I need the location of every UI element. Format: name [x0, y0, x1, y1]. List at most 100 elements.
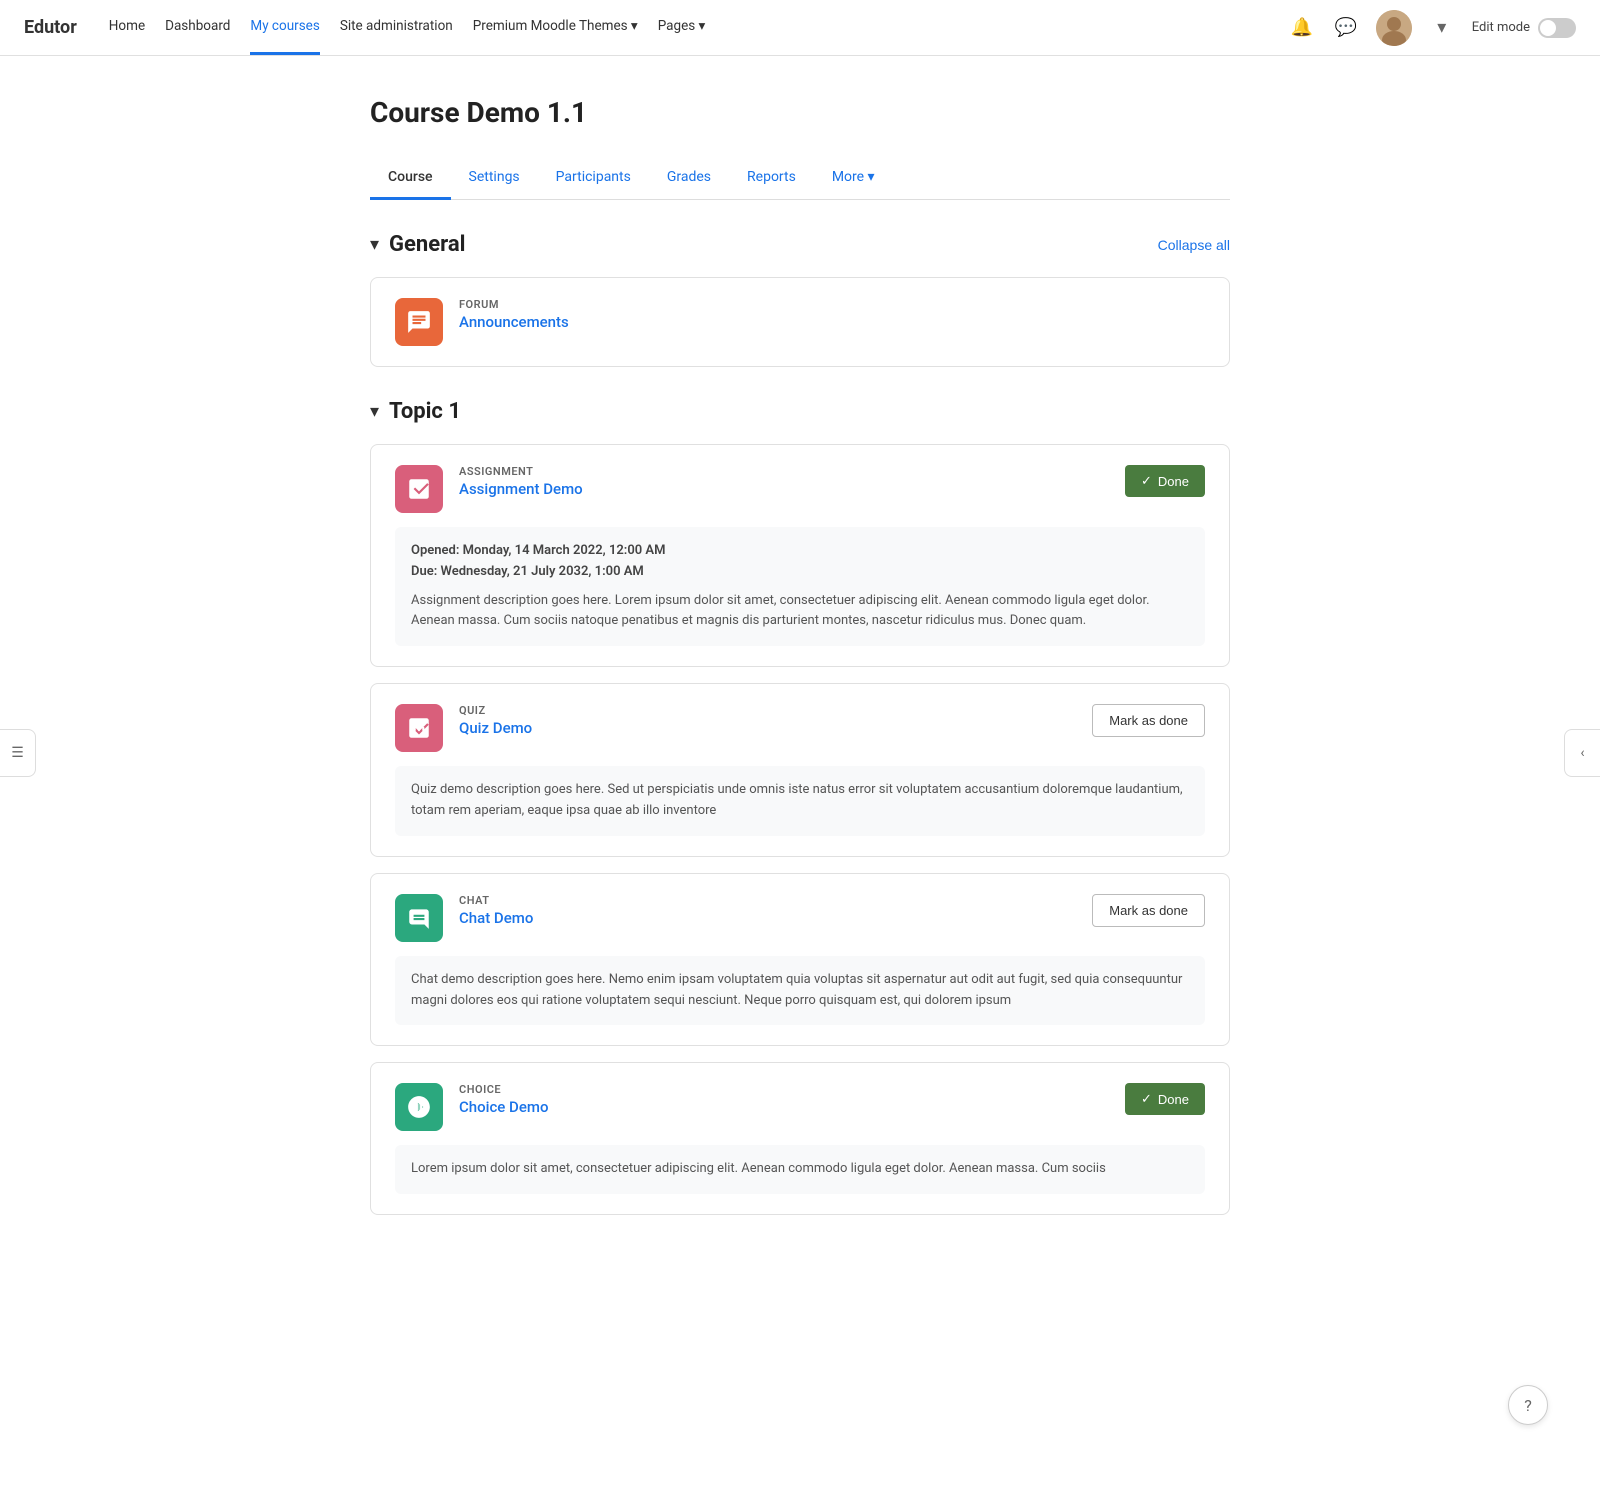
collapse-all-button[interactable]: Collapse all	[1158, 237, 1230, 253]
user-menu-chevron[interactable]: ▾	[1428, 14, 1456, 42]
activity-name[interactable]: Assignment Demo	[459, 480, 583, 498]
opened-value: Monday, 14 March 2022, 12:00 AM	[463, 543, 666, 558]
top-navigation: Edutor Home Dashboard My courses Site admin…	[0, 0, 1600, 56]
activity-meta: CHAT Chat Demo	[459, 894, 533, 927]
brand-logo[interactable]: Edutor	[24, 17, 77, 38]
section-header-topic1: ▾ Topic 1	[370, 399, 1230, 424]
done-button[interactable]: ✓ Done	[1125, 1083, 1205, 1115]
section-general: ▾ General Collapse all FORUM Announcements	[370, 232, 1230, 367]
messages-icon[interactable]: 💬	[1332, 14, 1360, 42]
activity-card: QUIZ Quiz Demo Mark as done Quiz demo desc…	[370, 683, 1230, 857]
main-content: Course Demo 1.1 CourseSettingsParticipan…	[350, 56, 1250, 1307]
sidebar-toggle-right[interactable]: ‹	[1564, 729, 1600, 777]
activity-name[interactable]: Chat Demo	[459, 909, 533, 927]
avatar[interactable]	[1376, 10, 1412, 46]
activity-description: Assignment description goes here. Lorem …	[411, 591, 1189, 633]
done-label: Done	[1158, 1092, 1189, 1107]
activity-top: QUIZ Quiz Demo Mark as done	[395, 704, 1205, 752]
activity-type: FORUM	[459, 298, 569, 311]
edit-mode-toggle[interactable]	[1538, 18, 1576, 38]
section-title: Topic 1	[389, 399, 461, 424]
due-label: Due:	[411, 564, 437, 579]
activity-top: FORUM Announcements	[395, 298, 1205, 346]
activity-meta: ASSIGNMENT Assignment Demo	[459, 465, 583, 498]
sections-container: ▾ General Collapse all FORUM Announcements…	[370, 232, 1230, 1215]
activity-left: FORUM Announcements	[395, 298, 569, 346]
section-title-wrap: ▾ General	[370, 232, 465, 257]
tab-participants[interactable]: Participants	[538, 157, 649, 200]
toggle-knob	[1540, 20, 1556, 36]
nav-link-pages-[interactable]: Pages ▾	[658, 0, 706, 55]
activity-name[interactable]: Choice Demo	[459, 1098, 548, 1116]
nav-link-dashboard[interactable]: Dashboard	[165, 0, 230, 55]
activity-top: ASSIGNMENT Assignment Demo ✓ Done	[395, 465, 1205, 513]
mark-as-done-button[interactable]: Mark as done	[1092, 704, 1205, 737]
edit-mode-label: Edit mode	[1472, 20, 1530, 35]
section-chevron[interactable]: ▾	[370, 234, 379, 255]
help-button[interactable]: ?	[1508, 1385, 1548, 1425]
section-title-wrap: ▾ Topic 1	[370, 399, 461, 424]
nav-link-my-courses[interactable]: My courses	[250, 0, 319, 55]
activity-meta: CHOICE Choice Demo	[459, 1083, 548, 1116]
activity-details: Quiz demo description goes here. Sed ut …	[395, 766, 1205, 836]
chevron-left-icon: ‹	[1580, 745, 1584, 761]
activity-top: CHOICE Choice Demo ✓ Done	[395, 1083, 1205, 1131]
nav-link-premium-moodle-themes-[interactable]: Premium Moodle Themes ▾	[473, 0, 638, 55]
list-icon: ☰	[11, 745, 24, 761]
activity-type: QUIZ	[459, 704, 532, 717]
assignment-icon	[395, 465, 443, 513]
activity-name[interactable]: Announcements	[459, 313, 569, 331]
activity-meta: QUIZ Quiz Demo	[459, 704, 532, 737]
page-title: Course Demo 1.1	[370, 96, 1230, 129]
activity-card: CHOICE Choice Demo ✓ Done Lorem ipsum dolo…	[370, 1062, 1230, 1215]
edit-mode-toggle-wrap: Edit mode	[1472, 18, 1576, 38]
chat-icon	[395, 894, 443, 942]
activity-type: CHAT	[459, 894, 533, 907]
nav-link-home[interactable]: Home	[109, 0, 145, 55]
activity-card: FORUM Announcements	[370, 277, 1230, 367]
activity-description: Lorem ipsum dolor sit amet, consectetuer…	[411, 1159, 1189, 1180]
activity-card: CHAT Chat Demo Mark as done Chat demo desc…	[370, 873, 1230, 1047]
section-chevron[interactable]: ▾	[370, 401, 379, 422]
checkmark-icon: ✓	[1141, 1091, 1152, 1107]
checkmark-icon: ✓	[1141, 473, 1152, 489]
notifications-icon[interactable]: 🔔	[1288, 14, 1316, 42]
tab-course[interactable]: Course	[370, 157, 451, 200]
mark-as-done-button[interactable]: Mark as done	[1092, 894, 1205, 927]
choice-icon	[395, 1083, 443, 1131]
sidebar-toggle-left[interactable]: ☰	[0, 729, 36, 777]
due-value: Wednesday, 21 July 2032, 1:00 AM	[441, 564, 644, 579]
tab-reports[interactable]: Reports	[729, 157, 814, 200]
activity-dates: Opened: Monday, 14 March 2022, 12:00 AM …	[411, 541, 1189, 583]
section-title: General	[389, 232, 465, 257]
tab-more-[interactable]: More ▾	[814, 157, 893, 200]
tab-grades[interactable]: Grades	[649, 157, 729, 200]
opened-label: Opened:	[411, 543, 459, 558]
activity-left: CHAT Chat Demo	[395, 894, 533, 942]
nav-link-site-administration[interactable]: Site administration	[340, 0, 453, 55]
activity-type: CHOICE	[459, 1083, 548, 1096]
section-header-general: ▾ General Collapse all	[370, 232, 1230, 257]
forum-icon	[395, 298, 443, 346]
activity-meta: FORUM Announcements	[459, 298, 569, 331]
activity-details: Lorem ipsum dolor sit amet, consectetuer…	[395, 1145, 1205, 1194]
activity-details: Opened: Monday, 14 March 2022, 12:00 AM …	[395, 527, 1205, 646]
activity-type: ASSIGNMENT	[459, 465, 583, 478]
done-button[interactable]: ✓ Done	[1125, 465, 1205, 497]
done-label: Done	[1158, 474, 1189, 489]
activity-card: ASSIGNMENT Assignment Demo ✓ Done Opened:…	[370, 444, 1230, 667]
tab-settings[interactable]: Settings	[451, 157, 538, 200]
activity-left: QUIZ Quiz Demo	[395, 704, 532, 752]
section-topic1: ▾ Topic 1 ASSIGNMENT Assignment Demo ✓ Don…	[370, 399, 1230, 1215]
nav-right: 🔔 💬 ▾ Edit mode	[1288, 10, 1576, 46]
quiz-icon	[395, 704, 443, 752]
activity-details: Chat demo description goes here. Nemo en…	[395, 956, 1205, 1026]
activity-left: CHOICE Choice Demo	[395, 1083, 548, 1131]
activity-top: CHAT Chat Demo Mark as done	[395, 894, 1205, 942]
activity-left: ASSIGNMENT Assignment Demo	[395, 465, 583, 513]
activity-name[interactable]: Quiz Demo	[459, 719, 532, 737]
course-tabs: CourseSettingsParticipantsGradesReportsM…	[370, 157, 1230, 200]
activity-description: Quiz demo description goes here. Sed ut …	[411, 780, 1189, 822]
nav-links: Home Dashboard My courses Site administrati…	[109, 0, 1288, 55]
activity-description: Chat demo description goes here. Nemo en…	[411, 970, 1189, 1012]
